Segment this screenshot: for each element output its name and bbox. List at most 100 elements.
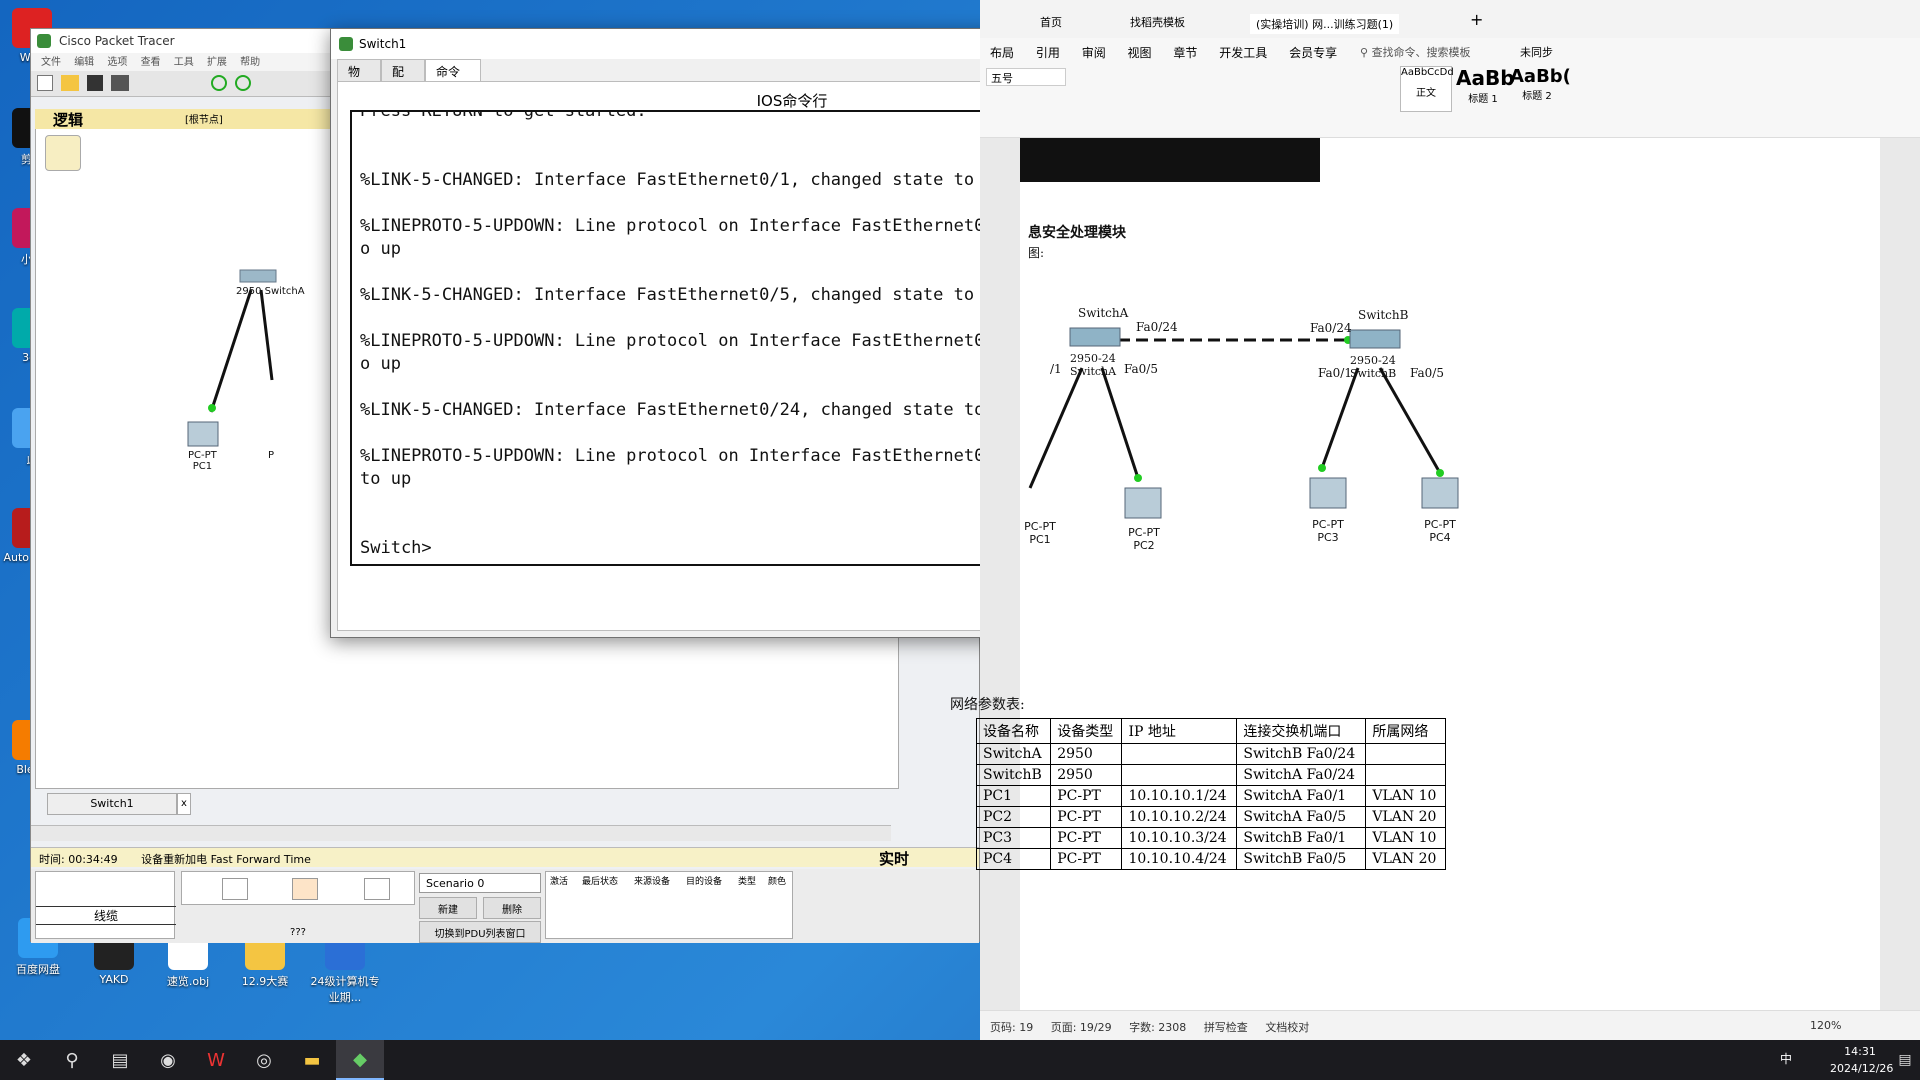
serial-cable-icon[interactable] <box>364 878 390 900</box>
menu-review[interactable]: 审阅 <box>1082 46 1106 60</box>
menu-developer[interactable]: 开发工具 <box>1219 46 1267 60</box>
menu-help[interactable]: 帮助 <box>240 57 260 68</box>
col-switch-port: 连接交换机端口 <box>1236 718 1367 744</box>
pc-icon[interactable] <box>187 421 219 447</box>
menu-edit[interactable]: 编辑 <box>74 57 94 68</box>
doc-proofread[interactable]: 文档校对 <box>1265 1021 1309 1034</box>
tab-document[interactable]: (实操培训) 网...训练习题(1) <box>1250 14 1400 34</box>
realtime-mode[interactable]: 实时 <box>879 848 909 869</box>
chrome-icon[interactable]: ◎ <box>240 1040 288 1080</box>
ime-indicator[interactable]: 中 <box>1780 1050 1792 1067</box>
network-params-table: 设备名称 设备类型 IP 地址 连接交换机端口 所属网络 SwitchA 2950… <box>975 718 1446 870</box>
table-caption: 网络参数表: <box>950 697 1025 713</box>
open-folder-icon[interactable] <box>61 75 79 91</box>
doc-status-bar: 页码: 19 页面: 19/29 字数: 2308 拼写检查 文档校对 120% <box>980 1010 1920 1040</box>
delete-scenario-button[interactable]: 删除 <box>483 897 541 919</box>
table-cell <box>1365 764 1446 786</box>
spell-check[interactable]: 拼写检查 <box>1204 1021 1248 1034</box>
tab-templates[interactable]: 找稻壳模板 <box>1130 14 1185 30</box>
pt-status-bar: 时间: 00:34:49 设备重新加电 Fast Forward Time 实时 <box>31 847 979 869</box>
menu-extensions[interactable]: 扩展 <box>207 57 227 68</box>
style-heading2-label: 标题 2 <box>1522 91 1552 102</box>
clock[interactable]: 14:31 2024/12/26 <box>1830 1043 1894 1077</box>
pc2-icon <box>1124 487 1162 519</box>
table-cell: SwitchB Fa0/24 <box>1236 743 1367 765</box>
style-normal[interactable]: AaBbCcDd 正文 <box>1400 66 1454 112</box>
new-file-icon[interactable] <box>37 75 53 91</box>
menu-options[interactable]: 选项 <box>107 57 127 68</box>
logical-label: 逻辑 <box>53 111 84 129</box>
switch-icon[interactable] <box>239 269 277 283</box>
tab-home[interactable]: 首页 <box>1040 14 1062 30</box>
table-cell: PC1 <box>975 785 1052 807</box>
new-tab-icon[interactable]: + <box>1470 10 1483 29</box>
diagram-pc2-label: PC-PT PC2 <box>1128 526 1160 552</box>
pdu-col-type: 类型 <box>738 877 757 887</box>
start-windows-icon[interactable]: ❖ <box>0 1040 48 1080</box>
embedded-screenshot <box>1020 138 1320 182</box>
tab-config[interactable]: 配置 <box>381 59 425 96</box>
logical-tab[interactable]: 逻辑 [根节点] <box>35 109 345 129</box>
selected-device-tab[interactable]: Switch1 <box>47 793 177 815</box>
menu-tools[interactable]: 工具 <box>174 57 194 68</box>
new-scenario-button[interactable]: 新建 <box>419 897 477 919</box>
menu-view[interactable]: 视图 <box>1128 46 1152 60</box>
search-icon[interactable]: ⚲ <box>48 1040 96 1080</box>
style-heading2[interactable]: AaBb( 标题 2 <box>1510 66 1571 112</box>
diagram-switchA: SwitchA <box>1078 306 1129 320</box>
cross-cable-icon[interactable] <box>292 878 318 900</box>
pt-horizontal-scrollbar[interactable] <box>31 825 891 841</box>
style-heading1[interactable]: AaBb 标题 1 <box>1456 66 1515 112</box>
tab-cli[interactable]: 命令行 <box>425 59 481 96</box>
print-icon[interactable] <box>111 75 129 91</box>
menu-chapter[interactable]: 章节 <box>1173 46 1197 60</box>
link-pc1 <box>209 289 253 413</box>
table-cell: SwitchA Fa0/24 <box>1236 764 1367 786</box>
zoom-level[interactable]: 120% <box>1810 1019 1841 1032</box>
diagram-pc4-label: PC-PT PC4 <box>1424 518 1456 544</box>
diagram-a-fa01: /1 <box>1050 362 1062 376</box>
zoom-in-icon[interactable] <box>211 75 227 91</box>
table-cell: 10.10.10.3/24 <box>1121 827 1238 849</box>
save-icon[interactable] <box>87 75 103 91</box>
link-a-pc2 <box>1100 367 1140 479</box>
table-cell: PC-PT <box>1050 848 1123 870</box>
notification-icon[interactable]: ▤ <box>1890 1040 1920 1080</box>
scenario-select[interactable]: Scenario 0 <box>419 873 541 893</box>
toggle-pdu-button[interactable]: 切换到PDU列表窗口 <box>419 921 541 943</box>
command-search[interactable]: ⚲ 查找命令、搜索模板 <box>1360 44 1471 60</box>
clock-date: 2024/12/26 <box>1830 1062 1894 1075</box>
packet-tracer-taskbar-icon[interactable]: ◆ <box>336 1040 384 1080</box>
diagram-a-fa05: Fa0/5 <box>1124 362 1158 376</box>
menu-references[interactable]: 引用 <box>1036 46 1060 60</box>
task-view-icon[interactable]: ▤ <box>96 1040 144 1080</box>
table-row: SwitchB 2950 SwitchA Fa0/24 <box>975 764 1446 786</box>
table-cell: 2950 <box>1050 764 1123 786</box>
style-normal-label: 正文 <box>1416 88 1436 99</box>
menu-member[interactable]: 会员专享 <box>1289 46 1337 60</box>
pdu-col-dest: 目的设备 <box>686 877 723 887</box>
browser-icon[interactable]: ◉ <box>144 1040 192 1080</box>
style-heading1-preview: AaBb <box>1456 66 1515 90</box>
pdu-col-color: 颜色 <box>768 877 787 887</box>
wps-taskbar-icon[interactable]: W <box>192 1040 240 1080</box>
menu-layout[interactable]: 布局 <box>990 46 1014 60</box>
menu-view[interactable]: 查看 <box>141 57 161 68</box>
zoom-out-icon[interactable] <box>235 75 251 91</box>
straight-cable-icon[interactable] <box>222 878 248 900</box>
doc-tab-bar: 首页 找稻壳模板 (实操培训) 网...训练习题(1) + <box>980 0 1920 38</box>
font-size-select[interactable]: 五号 <box>986 68 1066 86</box>
device-type-panel: 线缆 <box>35 871 176 939</box>
file-explorer-icon[interactable]: ▬ <box>288 1040 336 1080</box>
col-ip: IP 地址 <box>1121 718 1238 744</box>
close-icon[interactable]: x <box>177 793 191 815</box>
logical-nav-icon[interactable] <box>45 135 81 171</box>
doc-page[interactable]: 息安全处理模块 图: SwitchA SwitchB Fa0/24 Fa0/24 <box>950 138 1880 1010</box>
clock-time: 14:31 <box>1844 1045 1876 1058</box>
sim-time: 时间: 00:34:49 <box>39 853 118 866</box>
menu-file[interactable]: 文件 <box>41 57 61 68</box>
tab-physical[interactable]: 物理 <box>337 59 381 96</box>
sync-status[interactable]: 未同步 <box>1520 44 1553 60</box>
figure-label: 图: <box>1028 246 1045 260</box>
table-header-row: 设备名称 设备类型 IP 地址 连接交换机端口 所属网络 <box>975 718 1446 744</box>
